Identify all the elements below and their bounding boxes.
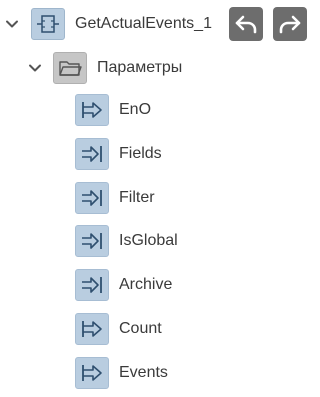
pin-row[interactable]: Fields — [75, 137, 162, 171]
tree-node-block[interactable]: GetActualEvents_1 — [4, 7, 212, 41]
redo-arrow-icon — [279, 15, 301, 34]
chevron-down-icon[interactable] — [4, 16, 20, 32]
input-pin-icon — [75, 182, 109, 214]
input-pin-icon — [75, 138, 109, 170]
block-name: GetActualEvents_1 — [75, 15, 212, 32]
pin-label: EnO — [119, 101, 152, 118]
pin-row[interactable]: IsGlobal — [75, 224, 178, 258]
pin-row[interactable]: Events — [75, 356, 168, 390]
undo-button[interactable] — [229, 7, 263, 41]
pin-label: Filter — [119, 189, 155, 206]
chevron-down-icon[interactable] — [27, 60, 43, 76]
pin-row[interactable]: Count — [75, 312, 162, 346]
pin-row[interactable]: Archive — [75, 268, 172, 302]
pin-label: Fields — [119, 145, 162, 162]
output-pin-icon — [75, 94, 109, 126]
function-block-icon — [31, 8, 65, 40]
params-folder-label: Параметры — [97, 59, 183, 76]
input-pin-icon — [75, 269, 109, 301]
pin-label: Events — [119, 364, 168, 381]
input-pin-icon — [75, 225, 109, 257]
redo-button[interactable] — [273, 7, 307, 41]
folder-icon — [53, 52, 87, 84]
output-pin-icon — [75, 357, 109, 389]
output-pin-icon — [75, 313, 109, 345]
pin-label: Count — [119, 320, 162, 337]
pin-label: Archive — [119, 276, 173, 293]
pin-label: IsGlobal — [119, 232, 178, 249]
pin-row[interactable]: Filter — [75, 181, 155, 215]
pin-row[interactable]: EnO — [75, 93, 151, 127]
undo-arrow-icon — [235, 15, 257, 34]
tree-view: GetActualEvents_1 Параметры EnO Fields F… — [0, 0, 315, 397]
tree-node-params[interactable]: Параметры — [27, 51, 182, 85]
